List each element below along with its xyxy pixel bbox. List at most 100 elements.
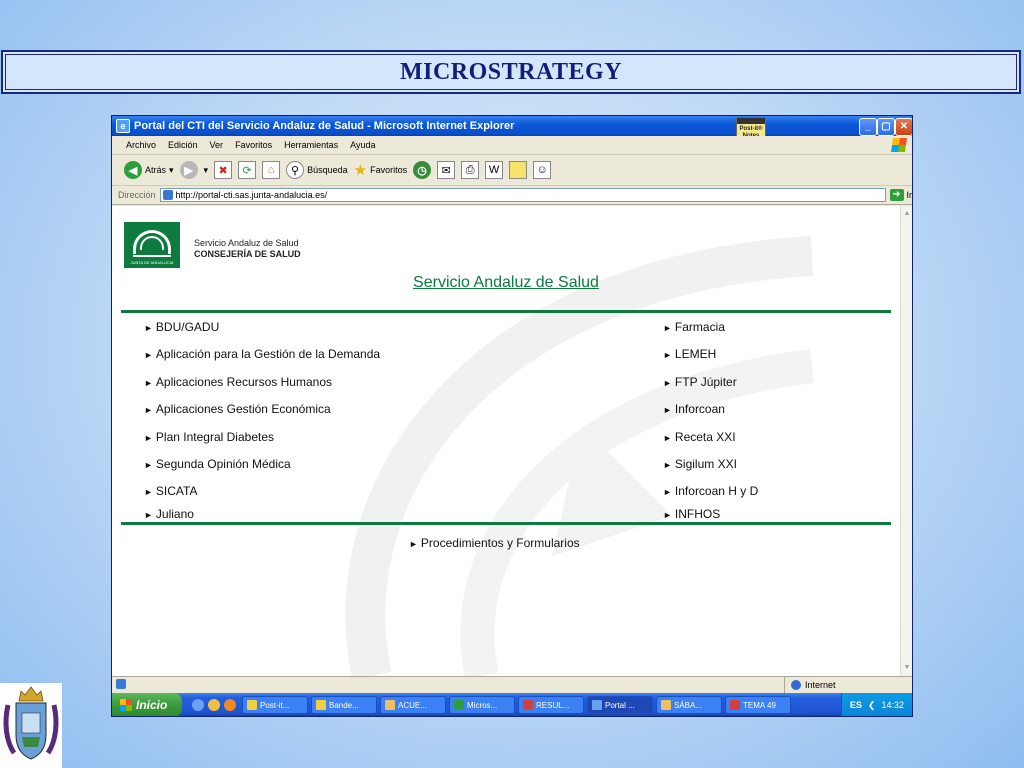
language-indicator[interactable]: ES [850,700,862,710]
close-button[interactable]: ✕ [895,118,912,136]
taskbar-task-button[interactable]: Portal ... [587,696,653,714]
windows-logo-icon [891,138,907,152]
forward-button[interactable]: ▶ [179,161,198,179]
task-label: TEMA 49 [743,700,776,710]
menu-favoritos[interactable]: Favoritos [235,140,272,150]
link-receta-xxi[interactable]: ► Receta XXI [663,430,736,444]
link-farmacia[interactable]: ► Farmacia [663,320,725,334]
task-label: Micros... [467,700,498,710]
link-gestion-economica[interactable]: ► Aplicaciones Gestión Económica [144,402,331,416]
link-recursos-humanos[interactable]: ► Aplicaciones Recursos Humanos [144,375,332,389]
go-button[interactable]: ➜ Ir [889,189,912,201]
windows-flag-icon [120,699,132,711]
taskbar: Inicio Post-it... Bande... ACUE... Micros..… [112,693,912,716]
taskbar-task-button[interactable]: TEMA 49 [725,696,791,714]
address-input[interactable]: http://portal-cti.sas.junta-andalucia.es… [159,188,886,202]
start-button[interactable]: Inicio [112,693,182,716]
back-label: Atrás [145,165,167,175]
org-line-2: CONSEJERÍA DE SALUD [194,249,301,259]
menu-ver[interactable]: Ver [210,140,224,150]
link-bdu-gadu[interactable]: ► BDU/GADU [144,320,219,334]
taskbar-task-button[interactable]: Post-it... [242,696,308,714]
minimize-button[interactable]: _ [859,118,877,136]
edit-word-button[interactable]: W [485,161,504,179]
menu-edicion[interactable]: Edición [168,140,198,150]
print-button[interactable]: ⎙ [461,161,480,179]
star-icon: ★ [353,162,368,179]
go-arrow-icon: ➜ [889,189,904,201]
vertical-scrollbar[interactable]: ▲ ▼ [900,206,912,676]
task-app-icon [661,700,671,710]
page-content: JUNTA DE ANDALUCIA Servicio Andaluz de S… [112,206,900,676]
status-bar: Internet [112,676,912,693]
discuss-button[interactable] [509,161,528,179]
taskbar-task-button[interactable]: Bande... [311,696,377,714]
link-juliano[interactable]: ► Juliano [144,507,194,521]
back-button[interactable]: ◀ Atrás ▾ [124,161,174,179]
taskbar-task-button[interactable]: SÁBA... [656,696,722,714]
address-url: http://portal-cti.sas.junta-andalucia.es… [175,190,328,200]
search-icon: ⚲ [286,161,305,179]
task-label: ACUE... [398,700,427,710]
task-label: RESUL... [536,700,570,710]
messenger-button[interactable]: ☺ [533,161,552,179]
window-titlebar[interactable]: e Portal del CTI del Servicio Andaluz de… [112,116,912,153]
clock[interactable]: 14:32 [881,700,904,710]
link-procedimientos[interactable]: ► Procedimientos y Formularios [409,536,580,550]
link-ftp-jupiter[interactable]: ► FTP Júpiter [663,375,737,389]
taskbar-task-button[interactable]: RESUL... [518,696,584,714]
task-app-icon [523,700,533,710]
task-app-icon [730,700,740,710]
link-segunda-opinion[interactable]: ► Segunda Opinión Médica [144,457,291,471]
taskbar-task-button[interactable]: ACUE... [380,696,446,714]
page-heading[interactable]: Servicio Andaluz de Salud [112,274,900,292]
scroll-down-icon[interactable]: ▼ [902,662,912,674]
ie-window: e Portal del CTI del Servicio Andaluz de… [111,115,913,717]
toolbar: ◀ Atrás ▾ ▶ ▾ ✖ ⟳ ⌂ ⚲ Búsqueda ★ Favorit… [112,155,912,186]
task-app-icon [454,700,464,710]
taskbar-task-button[interactable]: Micros... [449,696,515,714]
menu-bar: Archivo Edición Ver Favoritos Herramient… [112,136,912,155]
task-app-icon [316,700,326,710]
maximize-button[interactable]: ▢ [877,118,895,136]
tray-arrow-icon[interactable]: ❮ [868,700,876,711]
link-sigilum-xxi[interactable]: ► Sigilum XXI [663,457,737,471]
task-label: Bande... [329,700,359,710]
search-button[interactable]: ⚲ Búsqueda [286,161,348,179]
favorites-label: Favoritos [370,165,408,175]
address-bar: Dirección http://portal-cti.sas.junta-an… [112,186,912,205]
scroll-up-icon[interactable]: ▲ [902,208,912,220]
page-icon [162,190,173,200]
stop-button[interactable]: ✖ [214,161,233,179]
ie-quicklaunch-icon[interactable] [192,699,204,711]
refresh-button[interactable]: ⟳ [238,161,257,179]
slide-title: MICROSTRATEGY [399,58,623,85]
link-lemeh[interactable]: ► LEMEH [663,347,716,361]
menu-herramientas[interactable]: Herramientas [284,140,338,150]
menu-archivo[interactable]: Archivo [126,140,156,150]
link-sicata[interactable]: ► SICATA [144,484,197,498]
junta-andalucia-logo[interactable]: JUNTA DE ANDALUCIA [124,222,180,268]
link-gestion-demanda[interactable]: ► Aplicación para la Gestión de la Demand… [144,347,380,361]
window-title: Portal del CTI del Servicio Andaluz de S… [134,120,515,132]
link-inforcoan-hyd[interactable]: ► Inforcoan H y D [663,484,758,498]
favorites-button[interactable]: ★ Favoritos [354,161,407,179]
link-inforcoan[interactable]: ► Inforcoan [663,402,725,416]
mail-button[interactable]: ✉ [437,161,456,179]
back-arrow-icon: ◀ [124,161,142,179]
task-label: SÁBA... [674,700,703,710]
task-app-icon [592,700,602,710]
outlook-quicklaunch-icon[interactable] [208,699,220,711]
zone-label: Internet [805,680,836,690]
menu-ayuda[interactable]: Ayuda [350,140,375,150]
home-button[interactable]: ⌂ [262,161,281,179]
media-quicklaunch-icon[interactable] [224,699,236,711]
link-infhos[interactable]: ► INFHOS [663,507,720,521]
link-plan-diabetes[interactable]: ► Plan Integral Diabetes [144,430,274,444]
security-zone: Internet [784,677,836,693]
history-button[interactable]: ◷ [413,161,432,179]
task-label: Portal ... [605,700,635,710]
globe-icon [791,680,801,690]
task-buttons: Post-it... Bande... ACUE... Micros... RESUL.… [242,696,794,714]
top-divider [121,310,891,313]
